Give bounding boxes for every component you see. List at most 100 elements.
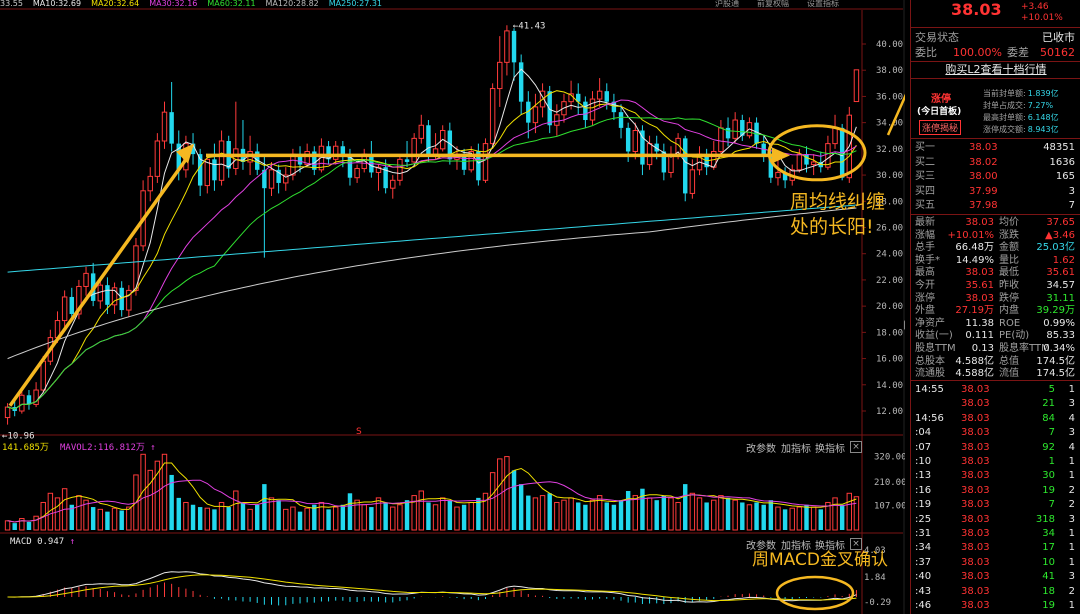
candle-body-up [718, 127, 724, 152]
tick-time: :16 [915, 484, 932, 496]
tick-row[interactable]: :16 38.03 19 2 [911, 484, 1080, 498]
tick-volume: 19 [1042, 484, 1055, 496]
tick-price: 38.03 [961, 542, 990, 554]
tick-row[interactable]: :46 38.03 19 1 [911, 599, 1080, 613]
tick-count: 3 [1068, 571, 1075, 583]
tick-time: :34 [915, 542, 932, 554]
tick-row[interactable]: :19 38.03 7 2 [911, 498, 1080, 512]
trade-state-label: 交易状态 [915, 31, 959, 44]
tick-row[interactable]: :10 38.03 1 1 [911, 455, 1080, 469]
stat-label-2: 量比 [999, 254, 1019, 266]
candle-body-up [40, 360, 46, 391]
candle-body-up [332, 145, 339, 160]
volume-bar-up [646, 497, 653, 531]
top-tab-2[interactable]: 设置指标 [807, 0, 839, 8]
tick-price: 38.03 [961, 556, 990, 568]
vol-switch-indicator-button[interactable]: 换指标 [815, 440, 845, 455]
tick-row[interactable]: 14:56 38.03 84 4 [911, 412, 1080, 426]
tick-count: 1 [1068, 556, 1075, 568]
volume-bar-down [26, 521, 32, 530]
tick-row[interactable]: 38.03 21 3 [911, 397, 1080, 411]
volume-bar-down [90, 507, 96, 530]
order-book-price: 38.00 [969, 171, 998, 182]
tick-price: 38.03 [961, 412, 990, 424]
top-tab-0[interactable]: 沪股通 [715, 0, 739, 8]
vol-edit-params-button[interactable]: 改参数 [746, 440, 776, 455]
order-book-row[interactable]: 买五 37.98 7 [911, 198, 1080, 213]
limit-stat-row: 封单占成交: 7.27% [983, 100, 1059, 112]
tick-row[interactable]: :25 38.03 318 3 [911, 513, 1080, 527]
stat-label-2: 均价 [999, 217, 1019, 228]
panel-splitter[interactable] [903, 0, 905, 614]
tick-row[interactable]: :13 38.03 30 1 [911, 469, 1080, 483]
tick-count: 2 [1068, 484, 1075, 496]
stat-label-1: 净资产 [915, 317, 945, 329]
volume-bar-up [332, 506, 339, 531]
ma-legend: 33.55 MA10:32.69 MA20:32.64 MA30:32.16 MA60:… [0, 0, 392, 9]
stat-label-1: 今开 [915, 280, 935, 291]
candle-body-down [105, 285, 110, 305]
stat-label-2: PE(动) [999, 330, 1030, 342]
vol-close-icon[interactable]: × [850, 441, 862, 453]
tick-row[interactable]: :40 38.03 41 3 [911, 570, 1080, 584]
ma5-line [7, 68, 857, 410]
volume-bar-up [204, 507, 211, 531]
candle-body-up [853, 69, 860, 103]
volume-bar-down [768, 500, 774, 530]
kline-chart[interactable]: 40.0038.0036.0034.0032.0030.0028.0026.00… [0, 0, 905, 614]
kline-chart-area[interactable]: 40.00 38.00 36.00 34.00 32.00 30.00 28.00 26.00… [0, 0, 905, 614]
order-book-row[interactable]: 买一 38.03 48351 [911, 140, 1080, 155]
tick-time: 14:55 [915, 384, 944, 395]
volume-bar-up [304, 507, 310, 531]
vol-add-indicator-button[interactable]: 加指标 [781, 440, 811, 455]
tick-volume: 7 [1048, 427, 1055, 439]
stat-label-1: 股息TTM [915, 343, 956, 354]
tick-price: 38.03 [961, 600, 990, 611]
limit-stat-label: 最高封单额: [983, 113, 1026, 122]
tick-price: 38.03 [961, 427, 990, 439]
tick-row[interactable]: :31 38.03 34 1 [911, 527, 1080, 541]
tick-row[interactable]: :34 38.03 17 1 [911, 541, 1080, 555]
macd-histogram [14, 582, 857, 606]
limit-up-badge[interactable]: 涨停揭秘 [919, 120, 962, 135]
stat-label-2: 最低 [999, 267, 1019, 279]
tick-row[interactable]: :43 38.03 18 2 [911, 585, 1080, 599]
macd-axis-label: -0.29 [864, 598, 891, 608]
order-book-price: 37.99 [969, 185, 998, 197]
volume-bar-up [140, 453, 146, 531]
volume-bar-up [454, 506, 460, 531]
tick-count: 2 [1068, 499, 1075, 511]
tick-row[interactable]: 14:55 38.03 5 1 [911, 383, 1080, 397]
tick-row[interactable]: :37 38.03 10 1 [911, 556, 1080, 570]
tick-price: 38.03 [961, 585, 990, 597]
weibi-value: 100.00% [953, 46, 1002, 59]
stat-label-2: 内盘 [999, 305, 1019, 317]
l2-upgrade-link[interactable]: 购买L2查看十档行情 [911, 62, 1080, 77]
stat-value-2: 85.33 [1046, 330, 1075, 342]
horizontal-arrow-head-icon [772, 147, 790, 164]
volume-bar-up [19, 518, 25, 531]
order-book-row[interactable]: 买四 37.99 3 [911, 184, 1080, 199]
ma250-line [7, 204, 857, 273]
tick-volume: 41 [1042, 571, 1055, 583]
price-axis-label: 30.00 [876, 171, 903, 181]
top-tab-1[interactable]: 前复权幅 [757, 0, 789, 8]
splitter-arrow-icon[interactable] [904, 320, 905, 330]
limit-up-box: 涨停 (今日首板) 涨停揭秘 当前封单额: 1.839亿 封单占成交: 7.27% 最高… [911, 80, 1080, 138]
stat-label-2: 流值 [999, 368, 1019, 380]
order-book-label: 买一 [915, 142, 935, 153]
order-book-row[interactable]: 买二 38.02 1636 [911, 155, 1080, 170]
order-book-label: 买四 [915, 185, 935, 197]
volume-bar-up [397, 504, 403, 531]
tick-row[interactable]: :04 38.03 7 3 [911, 426, 1080, 440]
stat-row: 收益(一) 0.111 PE(动) 85.33 [911, 329, 1080, 342]
tick-time: :19 [915, 499, 932, 511]
trade-state-row: 交易状态 已收市 [911, 30, 1080, 45]
volume-label-1: 141.685万 [2, 443, 49, 453]
order-book-row[interactable]: 买三 38.00 165 [911, 169, 1080, 184]
volume-bar-up [418, 490, 425, 531]
volume-bar-down [518, 484, 524, 530]
tick-row[interactable]: :07 38.03 92 4 [911, 441, 1080, 455]
volume-bar-down [547, 493, 552, 530]
tick-count: 4 [1068, 441, 1075, 453]
